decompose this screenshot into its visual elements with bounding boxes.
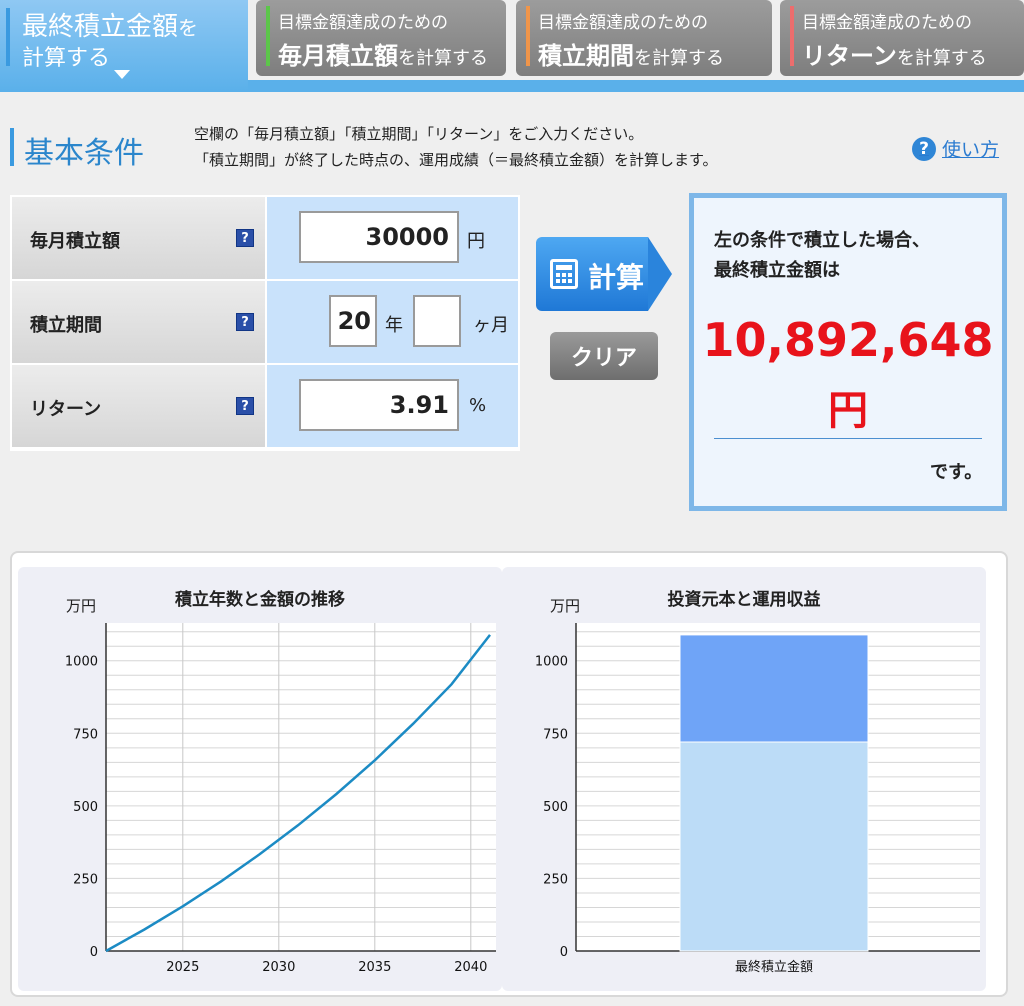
section-title: 基本条件 <box>24 136 144 171</box>
result-line-1: 左の条件で積立した場合、 <box>714 230 930 251</box>
tab-label-suffix: を <box>178 16 199 40</box>
bar-principal <box>679 741 869 952</box>
tab-period[interactable]: 目標金額達成のための 積立期間を計算する <box>516 0 772 76</box>
x-tick-label: 2025 <box>166 960 199 975</box>
monthly-amount-input[interactable]: 30000 <box>299 211 459 263</box>
return-label: リターン <box>30 399 102 420</box>
y-tick-label: 0 <box>560 945 568 960</box>
y-tick-label: 1000 <box>65 655 98 670</box>
x-tick-label: 2040 <box>454 960 487 975</box>
intro-line-2: 「積立期間」が終了した時点の、運用成績（＝最終積立金額）を計算します。 <box>194 151 718 169</box>
y-tick-label: 750 <box>543 727 568 742</box>
bar-return <box>679 634 869 743</box>
tab-accent <box>266 6 270 66</box>
tab-label-small: を計算する <box>634 48 724 69</box>
calculator-icon <box>550 259 578 289</box>
y-tick-label: 250 <box>543 872 568 887</box>
clear-button[interactable]: クリア <box>550 332 658 380</box>
row-return: リターン ? 3.91 % <box>10 365 520 447</box>
input-cell: 30000 円 <box>267 197 518 279</box>
result-amount: 10,892,648 <box>702 313 994 367</box>
result-line-2: 最終積立金額は <box>714 260 840 281</box>
tab-accent <box>790 6 794 66</box>
y-tick-label: 250 <box>73 872 98 887</box>
tab-label: 目標金額達成のための <box>278 13 448 33</box>
yen-unit: 円 <box>467 231 485 252</box>
row-monthly-amount: 毎月積立額 ? 30000 円 <box>10 197 520 279</box>
caret-down-icon <box>114 70 130 79</box>
question-icon[interactable]: ? <box>236 397 254 415</box>
x-tick-label: 2035 <box>358 960 391 975</box>
monthly-amount-label: 毎月積立額 <box>30 231 120 252</box>
tab-label-big: リターン <box>802 42 897 70</box>
intro-text: 空欄の「毎月積立額」「積立期間」「リターン」をご入力ください。 「積立期間」が終… <box>194 121 718 173</box>
bar-chart-panel: 0 250 500 750 1000 投資元本と運用収益 万円最終積立金額 <box>502 567 986 991</box>
y-tick-label: 500 <box>543 800 568 815</box>
tab-label-small: を計算する <box>398 48 488 69</box>
y-tick-label: 750 <box>73 727 98 742</box>
tab-label-small: を計算する <box>896 48 987 69</box>
result-currency: 円 <box>828 388 868 434</box>
y-axis-unit: 万円 <box>550 597 580 615</box>
tab-label-big: 積立期間 <box>538 42 634 70</box>
result-suffix: です。 <box>930 462 983 483</box>
tab-label: 目標金額達成のための <box>538 13 708 33</box>
return-input[interactable]: 3.91 <box>299 379 459 431</box>
tab-label-big: 毎月積立額 <box>278 42 398 70</box>
input-cell: 3.91 % <box>267 365 518 447</box>
chart-title: 投資元本と運用収益 <box>668 589 821 610</box>
tab-accent <box>6 8 10 66</box>
charts-area: 0 250 500 750 1000 積立年数と金額の推移 万円 2025 2030 2035 20… <box>10 551 1008 997</box>
y-tick-label: 1000 <box>535 655 568 670</box>
input-cell: 20 年 ヶ月 <box>267 281 518 363</box>
question-icon[interactable]: ? <box>236 313 254 331</box>
chart-title: 積立年数と金額の推移 <box>175 589 345 610</box>
calculate-button-label: 計算 <box>588 261 645 294</box>
tab-return[interactable]: 目標金額達成のための リターンを計算する <box>780 0 1024 76</box>
tab-monthly-amount[interactable]: 目標金額達成のための 毎月積立額を計算する <box>256 0 506 76</box>
section-accent <box>10 128 14 166</box>
calculator-tabs: 最終積立金額を 計算する 目標金額達成のための 毎月積立額を計算する 目標金額達… <box>0 0 1024 92</box>
result-divider <box>714 438 982 439</box>
y-tick-label: 0 <box>90 945 98 960</box>
period-months-input[interactable] <box>413 295 461 347</box>
label-cell: 積立期間 ? <box>12 281 265 363</box>
label-cell: 毎月積立額 ? <box>12 197 265 279</box>
y-tick-label: 500 <box>73 800 98 815</box>
row-period: 積立期間 ? 20 年 ヶ月 <box>10 281 520 363</box>
years-unit: 年 <box>385 315 403 336</box>
period-label: 積立期間 <box>30 315 102 336</box>
intro-line-1: 空欄の「毎月積立額」「積立期間」「リターン」をご入力ください。 <box>194 125 644 143</box>
line-chart-panel: 0 250 500 750 1000 積立年数と金額の推移 万円 2025 2030 2035 20… <box>18 567 502 991</box>
label-cell: リターン ? <box>12 365 265 447</box>
help-link[interactable]: ? 使い方 <box>912 135 999 162</box>
question-icon[interactable]: ? <box>236 229 254 247</box>
tab-label: 最終積立金額 <box>22 12 179 42</box>
conditions-form: 毎月積立額 ? 30000 円 積立期間 ? 20 年 ヶ月 リターン ? 3.… <box>10 195 520 451</box>
result-panel: 左の条件で積立した場合、 最終積立金額は 10,892,648 円 です。 <box>689 193 1007 511</box>
line-chart: 0 250 500 750 1000 積立年数と金額の推移 万円 2025 2030 2035 20… <box>65 589 496 975</box>
months-unit: ヶ月 <box>473 315 509 336</box>
tab-label: 目標金額達成のための <box>802 13 972 33</box>
percent-unit: % <box>469 395 487 416</box>
help-link-label: 使い方 <box>942 139 1000 161</box>
x-category-label: 最終積立金額 <box>735 959 813 975</box>
bar-chart: 0 250 500 750 1000 投資元本と運用収益 万円最終積立金額 <box>535 589 980 975</box>
calculate-button[interactable]: 計算 <box>536 237 672 311</box>
x-tick-label: 2030 <box>262 960 295 975</box>
plot-area <box>106 623 496 951</box>
help-icon: ? <box>912 136 936 161</box>
tab-final-amount[interactable]: 最終積立金額を 計算する <box>0 0 248 92</box>
tab-label-line2: 計算する <box>22 46 111 71</box>
tab-accent <box>526 6 530 66</box>
period-years-input[interactable]: 20 <box>329 295 377 347</box>
y-axis-unit: 万円 <box>66 597 96 615</box>
